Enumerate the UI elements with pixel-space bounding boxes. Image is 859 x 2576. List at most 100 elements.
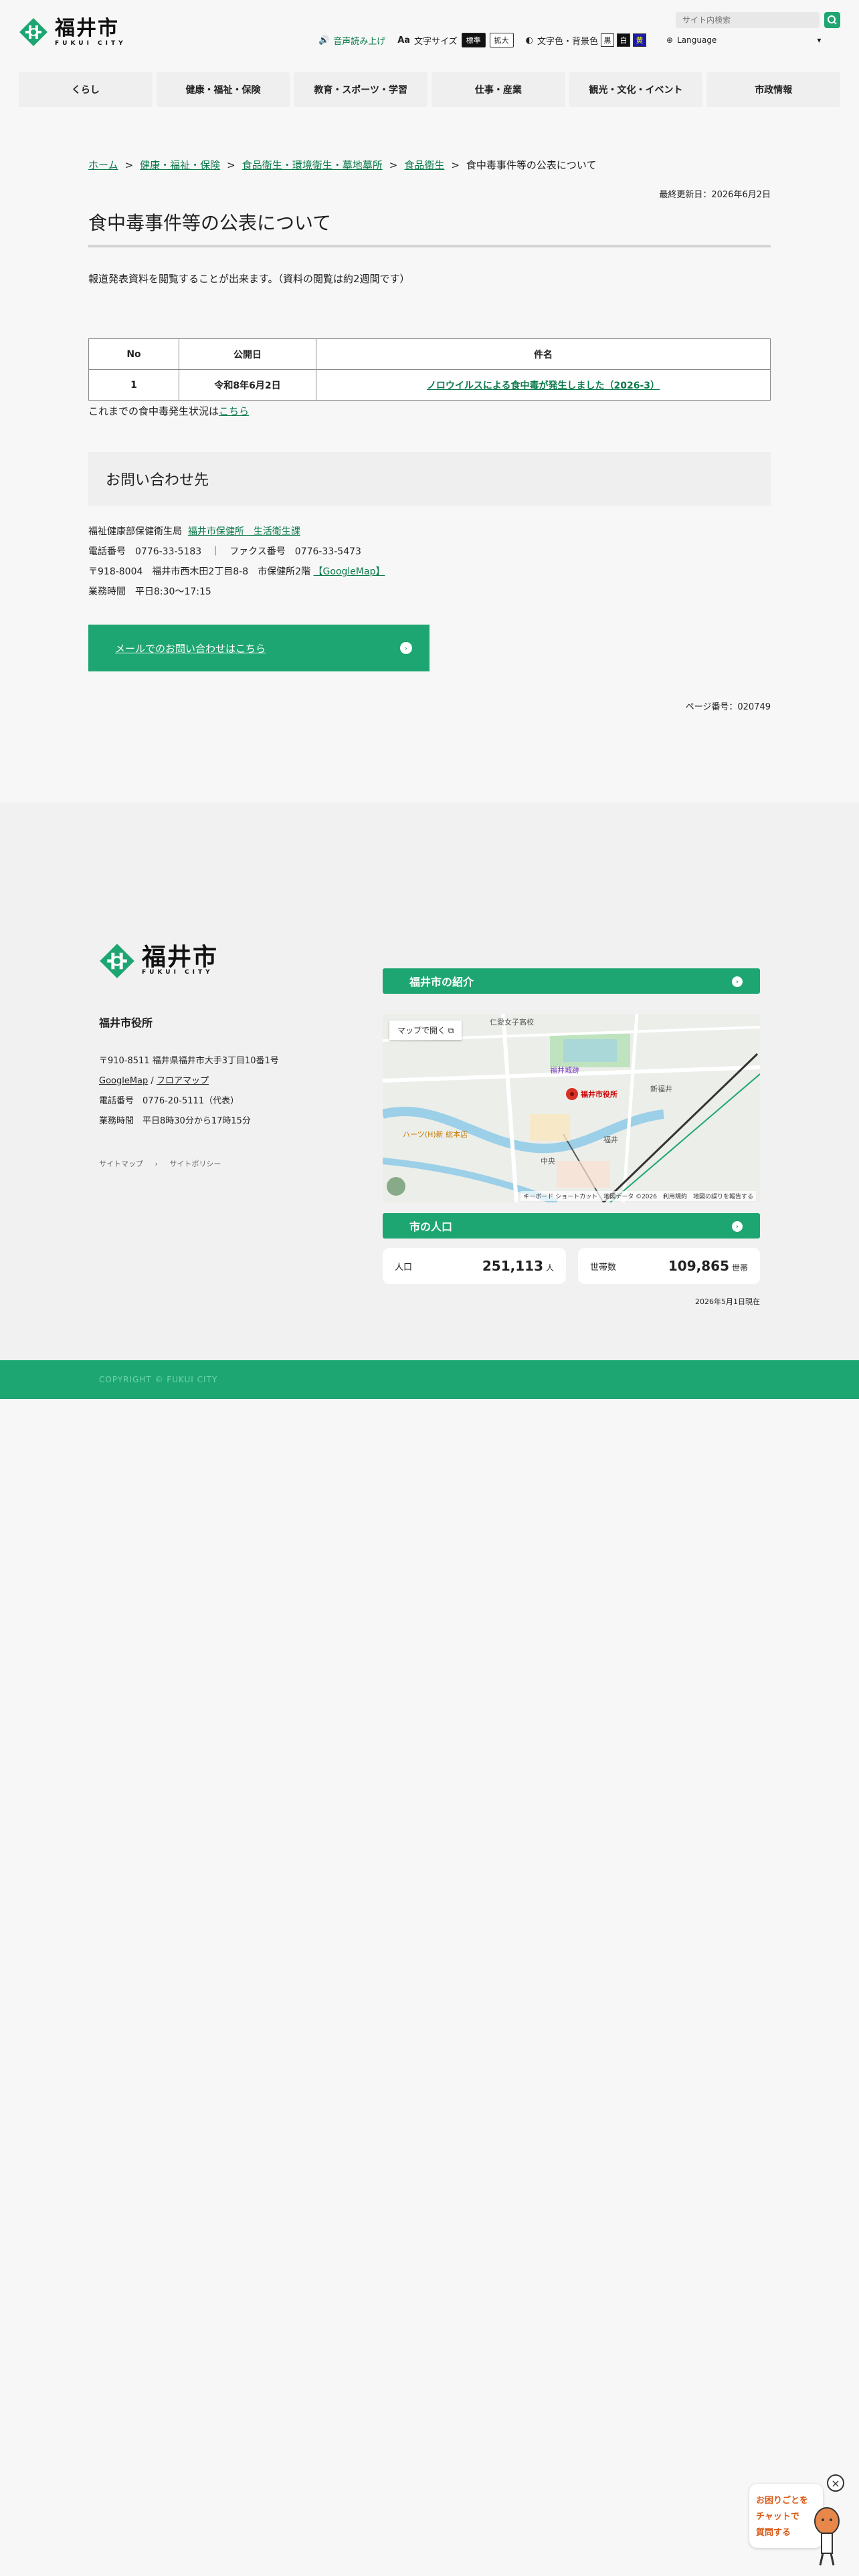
palette-icon: ◐ (525, 35, 534, 45)
map-label: 中央 (541, 1157, 555, 1166)
footer-hours: 業務時間 平日8時30分から17時15分 (99, 1116, 251, 1126)
gnav-item-education[interactable]: 教育・スポーツ・学習 (294, 72, 428, 107)
site-search-input[interactable] (676, 12, 820, 28)
column-header-no: No (88, 338, 179, 370)
cell-date: 令和8年6月2日 (179, 369, 316, 401)
column-header-date: 公開日 (179, 338, 316, 370)
chevron-down-icon: ▾ (817, 35, 822, 45)
chatbot-widget[interactable]: お困りごとを チャットで 質問する × (749, 2474, 850, 2568)
arrow-right-icon: › (400, 642, 412, 654)
site-logo[interactable]: 福井市 FUKUI CITY (19, 17, 126, 47)
footer-address: 〒910-8511 福井県福井市大手3丁目10番1号 (99, 1056, 279, 1066)
city-emblem-icon (100, 944, 134, 978)
contact-dept-link[interactable]: 福井市保健所 生活衛生課 (188, 526, 300, 537)
speaker-icon: 🔊 (318, 35, 330, 45)
history-prefix: これまでの食中毒発生状況は (88, 405, 219, 417)
last-updated: 最終更新日：2026年6月2日 (659, 190, 771, 200)
footer-logo[interactable]: 福井市 FUKUI CITY (99, 943, 218, 979)
footer-floormap-link[interactable]: フロアマップ (157, 1076, 209, 1086)
voice-readout-label: 音声読み上げ (333, 36, 386, 47)
map-open-label: マップで開く (397, 1026, 446, 1035)
map-graphic (383, 1014, 760, 1202)
population-date: 2026年5月1日現在 (695, 1297, 760, 1306)
search-icon (828, 15, 837, 25)
contact-map-link[interactable]: 【GoogleMap】 (314, 566, 385, 577)
page-title: 食中毒事件等の公表について (88, 209, 771, 247)
breadcrumb-home[interactable]: ホーム (88, 158, 118, 172)
gnav-item-tourism[interactable]: 観光・文化・イベント (569, 72, 703, 107)
population-unit: 人 (545, 1263, 554, 1273)
breadcrumb-health[interactable]: 健康・福祉・保険 (140, 158, 220, 172)
arrow-right-icon: › (732, 1221, 743, 1232)
city-map[interactable]: マップで開く ⧉ 仁愛女子高校 福井城跡 福井市役所 新福井 福井 ハーツ(H)… (383, 1014, 760, 1202)
copyright-bar: COPYRIGHT © FUKUI CITY (0, 1360, 859, 1399)
site-header: 福井市 FUKUI CITY 🔊 音声読み上げ Aa 文字サイズ 標準 拡大 ◐… (0, 0, 859, 140)
font-size-large-button[interactable]: 拡大 (489, 33, 514, 47)
color-white-button[interactable]: 黒 (601, 33, 615, 47)
font-size-standard-button[interactable]: 標準 (461, 33, 486, 47)
gnav-item-kurashi[interactable]: くらし (19, 72, 153, 107)
color-black-button[interactable]: 白 (617, 33, 631, 47)
table-row: 1 令和8年6月2日 ノロウイルスによる食中毒が発生しました（2026-3） (88, 369, 771, 401)
chevron-right-icon: › (155, 1160, 158, 1168)
footer-policy-link[interactable]: サイトポリシー (169, 1160, 221, 1168)
gnav-item-health[interactable]: 健康・福祉・保険 (156, 72, 290, 107)
contact-hours: 業務時間 平日8:30～17:15 (88, 586, 211, 597)
language-select[interactable]: ⊕ Language ▾ (666, 35, 821, 45)
footer-googlemap-link[interactable]: GoogleMap (99, 1076, 148, 1086)
city-intro-label: 福井市の紹介 (409, 976, 474, 988)
households-unit: 世帯 (731, 1263, 748, 1273)
map-label: 仁愛女子高校 (490, 1018, 534, 1027)
mail-inquiry-label: メールでのお問い合わせはこちら (115, 642, 266, 655)
close-icon[interactable]: × (827, 2474, 844, 2492)
search-button[interactable] (824, 12, 840, 28)
breadcrumb-food-hygiene[interactable]: 食品衛生 (404, 158, 444, 172)
logo-name: 福井市 (55, 17, 119, 40)
site-footer: 福井市 FUKUI CITY 福井市役所 〒910-8511 福井県福井市大手3… (0, 802, 859, 1360)
map-label: 福井城跡 (550, 1066, 579, 1075)
color-control: ◐ 文字色・背景色 黒 白 黄 (525, 33, 647, 47)
breadcrumb-food-hygiene-category[interactable]: 食品衛生・環境衛生・墓地墓所 (242, 158, 383, 172)
households-card: 世帯数 109,865 世帯 (578, 1248, 760, 1284)
column-header-subject: 件名 (316, 338, 771, 370)
cell-subject: ノロウイルスによる食中毒が発生しました（2026-3） (316, 369, 771, 401)
external-link-icon: ⧉ (448, 1026, 454, 1035)
press-release-link[interactable]: ノロウイルスによる食中毒が発生しました（2026-3） (427, 381, 660, 391)
city-intro-heading[interactable]: 福井市の紹介 › (383, 968, 760, 994)
lead-text: 報道発表資料を閲覧することが出来ます。（資料の閲覧は約2週間です） (88, 273, 410, 285)
breadcrumb: ホーム > 健康・福祉・保険 > 食品衛生・環境衛生・墓地墓所 > 食品衛生 > 食中毒… (88, 158, 597, 172)
font-size-label: 文字サイズ (414, 36, 458, 47)
map-label: 福井市役所 (581, 1090, 617, 1099)
color-navy-button[interactable]: 黄 (633, 33, 647, 47)
footer-links: サイトマップ › サイトポリシー (99, 1158, 230, 1169)
city-emblem-icon (19, 18, 47, 46)
footer-link-separator: / (148, 1076, 157, 1086)
contact-dept: 福祉健康部保健衛生局 (88, 526, 182, 537)
footer-sitemap-link[interactable]: サイトマップ (99, 1160, 143, 1168)
voice-readout-button[interactable]: 🔊 音声読み上げ (318, 34, 385, 47)
households-value: 109,865 (668, 1258, 729, 1274)
population-heading-label: 市の人口 (409, 1220, 453, 1233)
map-open-link[interactable]: マップで開く ⧉ (389, 1021, 462, 1040)
gnav-item-city-info[interactable]: 市政情報 (706, 72, 841, 107)
contact-details: 福祉健康部保健衛生局 福井市保健所 生活衛生課 電話番号 0776-33-518… (88, 522, 385, 602)
arrow-right-icon: › (732, 976, 743, 987)
contact-phone: 電話番号 0776-33-5183 ｜ ファクス番号 0776-33-5473 (88, 546, 361, 557)
map-label: 新福井 (650, 1085, 672, 1093)
map-label: ハーツ(H)新 総本店 (403, 1130, 468, 1139)
gnav-item-work[interactable]: 仕事・産業 (432, 72, 565, 107)
map-credit: キーボード ショートカット 地図データ ©2026 利用規約 地図の誤りを報告す… (520, 1191, 756, 1201)
contact-address: 〒918-8004 福井市西木田2丁目8-8 市保健所2階 (88, 566, 311, 577)
population-heading[interactable]: 市の人口 › (383, 1213, 760, 1239)
history-link[interactable]: こちら (219, 405, 249, 417)
color-label: 文字色・背景色 (537, 36, 599, 47)
global-navigation: くらし 健康・福祉・保険 教育・スポーツ・学習 仕事・産業 観光・文化・イベント… (19, 72, 841, 107)
mascot-icon (814, 2507, 840, 2566)
footer-office-name: 福井市役所 (99, 1016, 153, 1029)
history-line: これまでの食中毒発生状況はこちら (88, 404, 249, 418)
font-size-icon: Aa (397, 35, 411, 45)
population-value: 251,113 (482, 1258, 543, 1274)
population-card: 人口 251,113 人 (383, 1248, 566, 1284)
mail-inquiry-button[interactable]: メールでのお問い合わせはこちら › (88, 625, 430, 671)
press-release-table: No 公開日 件名 1 令和8年6月2日 ノロウイルスによる食中毒が発生しました… (88, 338, 771, 401)
